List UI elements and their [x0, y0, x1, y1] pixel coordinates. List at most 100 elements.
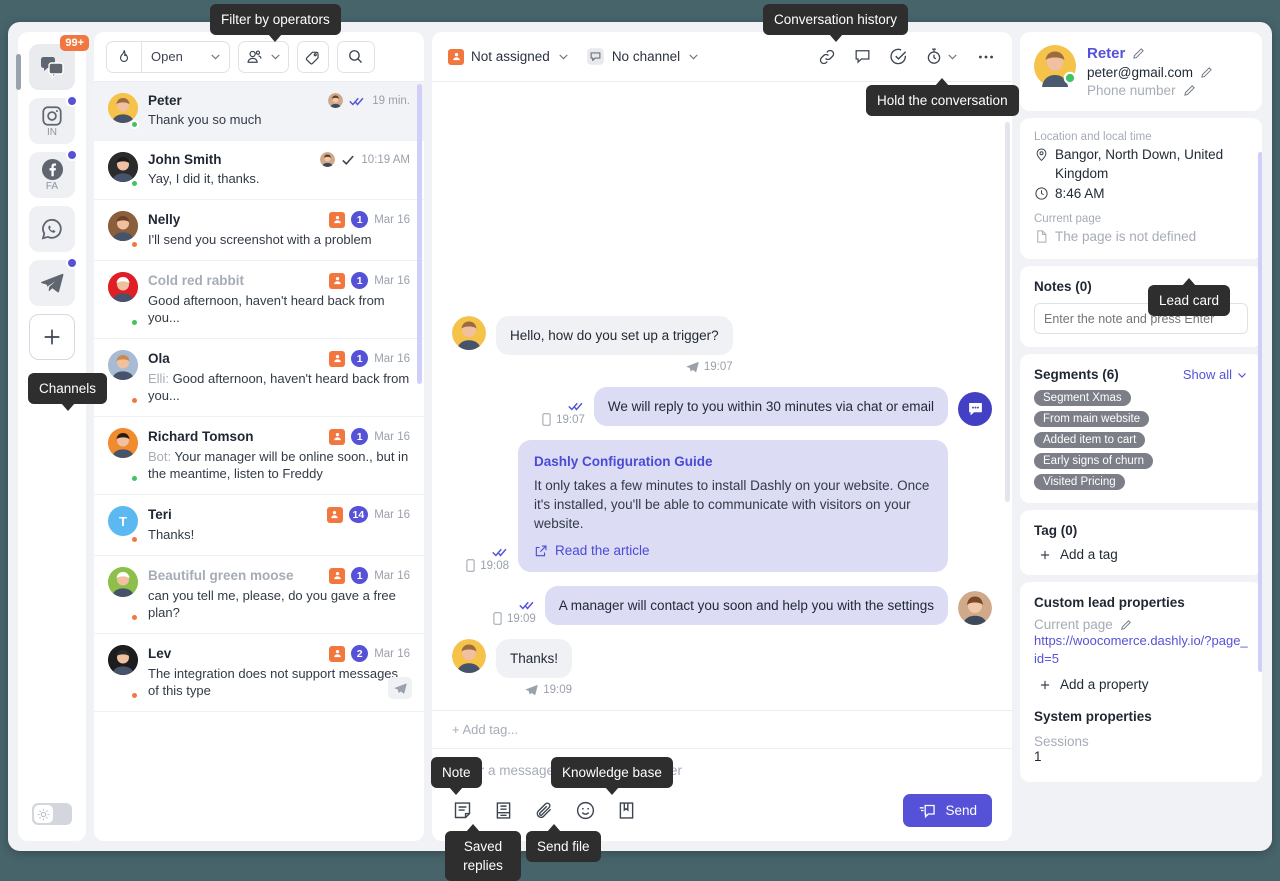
conversation-body: Richard Tomson 1 Mar 16 Bot: Your manage…: [148, 428, 410, 482]
saved-replies-icon[interactable]: [493, 800, 514, 821]
unread-dot: [66, 95, 78, 107]
segment-chip[interactable]: Added item to cart: [1034, 432, 1146, 448]
conversation-meta: 1 Mar 16: [329, 211, 410, 228]
unread-badge: 99+: [60, 35, 89, 51]
conversation-item[interactable]: Ola 1 Mar 16 Elli: Good afternoon, haven…: [94, 339, 424, 417]
channel-chats[interactable]: 99+: [29, 35, 89, 90]
conversation-name: Teri: [148, 507, 172, 522]
status-filter[interactable]: Open: [106, 40, 230, 73]
theme-toggle[interactable]: [32, 803, 72, 825]
article-card-link[interactable]: Read the article: [534, 543, 932, 558]
check-circle-icon[interactable]: [889, 47, 908, 66]
conversation-meta: 1 Mar 16: [329, 272, 410, 289]
note-icon[interactable]: [452, 800, 473, 821]
avatar: [108, 645, 138, 675]
assigned-icon: [329, 567, 346, 584]
channel-facebook[interactable]: FA: [29, 149, 78, 198]
more-icon[interactable]: [976, 47, 996, 67]
hold-conversation-button[interactable]: [925, 47, 959, 66]
avatar: [108, 211, 138, 241]
facebook-icon: [41, 158, 63, 181]
double-check-icon: [492, 548, 507, 557]
message-timestamp: 19:09: [525, 684, 572, 696]
unread-dot: [66, 149, 78, 161]
send-button[interactable]: Send: [903, 794, 992, 827]
add-property-button[interactable]: Add a property: [1034, 677, 1248, 692]
segment-chip[interactable]: From main website: [1034, 411, 1150, 427]
knowledge-base-icon[interactable]: [616, 800, 637, 821]
quick-reply-icon[interactable]: [388, 677, 412, 699]
article-card[interactable]: Dashly Configuration Guide It only takes…: [518, 440, 948, 572]
conversation-name: Lev: [148, 646, 172, 661]
edit-name-icon[interactable]: [1132, 47, 1145, 60]
conversation-list-scrollbar[interactable]: [417, 84, 422, 384]
chat-scrollbar[interactable]: [1005, 122, 1010, 502]
message-timestamp: 19:07: [686, 361, 733, 373]
conversation-item[interactable]: T Teri 14 Mar 16 Thanks!: [94, 495, 424, 556]
avatar: [108, 152, 138, 182]
add-channel-button[interactable]: [29, 314, 75, 360]
conversation-top: Lev 2 Mar 16: [148, 645, 410, 662]
add-tag-row[interactable]: + Add tag...: [432, 710, 1012, 748]
clock-icon: [1035, 187, 1048, 200]
tooltip-filter-by-operators: Filter by operators: [210, 4, 341, 42]
conversation-top: Peter 19 min.: [148, 93, 410, 108]
conversation-item[interactable]: John Smith 10:19 AM Yay, I did it, thank…: [94, 141, 424, 200]
tag-filter[interactable]: [296, 40, 329, 73]
conversation-name: Ola: [148, 351, 170, 366]
conversation-item[interactable]: Nelly 1 Mar 16 I'll send you screenshot …: [94, 200, 424, 261]
link-icon[interactable]: [818, 48, 836, 66]
conversation-items[interactable]: Peter 19 min. Thank you so much John Smi…: [94, 82, 424, 841]
conversation-item[interactable]: Lev 2 Mar 16 The integration does not su…: [94, 634, 424, 712]
message-list: Hello, how do you set up a trigger? 19:0…: [432, 82, 1012, 710]
location-value: Bangor, North Down, United Kingdom: [1055, 147, 1224, 181]
status-filter-value[interactable]: Open: [141, 41, 229, 72]
avatar: [108, 350, 138, 380]
search-button[interactable]: [336, 40, 375, 73]
message-input-placeholder[interactable]: Enter a message and press Ctrl+Enter: [452, 763, 992, 778]
segment-chip[interactable]: Visited Pricing: [1034, 474, 1125, 490]
message-row: 19:09 A manager will contact you soon an…: [452, 586, 992, 625]
plus-icon: [1040, 550, 1050, 559]
conversation-preview: I'll send you screenshot with a problem: [148, 232, 372, 247]
chat-panel: Not assigned No channel Hello, how do yo…: [432, 32, 1012, 841]
theme-toggle-row: [18, 803, 86, 825]
status-dot: [130, 535, 139, 544]
assignee-selector[interactable]: Not assigned: [448, 48, 570, 65]
segments-show-all[interactable]: Show all: [1183, 367, 1248, 382]
comment-icon[interactable]: [853, 47, 872, 66]
message-bubble: Hello, how do you set up a trigger?: [496, 316, 733, 355]
attach-icon[interactable]: [534, 800, 555, 821]
custom-property-value[interactable]: https://woocomerce.dashly.io/?page_id=5: [1034, 632, 1248, 668]
conversation-item[interactable]: Peter 19 min. Thank you so much: [94, 82, 424, 141]
conversation-list-panel: Open Peter 19 min. Thank you so much Joh…: [94, 32, 424, 841]
lead-name[interactable]: Reter: [1087, 45, 1125, 62]
edit-phone-icon[interactable]: [1183, 84, 1196, 97]
conversation-item[interactable]: Cold red rabbit 1 Mar 16 Good afternoon,…: [94, 261, 424, 339]
tooltip-channels: Channels: [28, 373, 108, 411]
status-filter-icon-segment[interactable]: [107, 42, 141, 72]
edit-custom-property-icon[interactable]: [1120, 619, 1132, 631]
emoji-icon[interactable]: [575, 800, 596, 821]
avatar: [108, 93, 138, 123]
unread-count: 2: [351, 645, 369, 662]
message-composer[interactable]: Enter a message and press Ctrl+Enter: [432, 748, 1012, 778]
channel-whatsapp[interactable]: [29, 206, 75, 252]
add-tag-button[interactable]: Add a tag: [1034, 547, 1248, 562]
channel-instagram[interactable]: IN: [29, 95, 78, 144]
rail-drag-handle[interactable]: [16, 54, 21, 90]
conversation-item[interactable]: Beautiful green moose 1 Mar 16 can you t…: [94, 556, 424, 634]
sent-plane-icon: [525, 685, 538, 696]
channel-selector[interactable]: No channel: [586, 47, 700, 66]
operators-filter[interactable]: [237, 40, 289, 73]
lead-panel-scrollbar[interactable]: [1258, 152, 1262, 672]
edit-email-icon[interactable]: [1200, 66, 1213, 79]
unread-count: 1: [351, 272, 369, 289]
segment-chip[interactable]: Early signs of churn: [1034, 453, 1153, 469]
conversation-top: Beautiful green moose 1 Mar 16: [148, 567, 410, 584]
channel-telegram[interactable]: [29, 257, 78, 306]
conversation-item[interactable]: Richard Tomson 1 Mar 16 Bot: Your manage…: [94, 417, 424, 495]
add-tag-label: Add a tag: [1060, 547, 1118, 562]
segment-chip[interactable]: Segment Xmas: [1034, 390, 1131, 406]
lead-identity-card: Reter peter@gmail.com Phone number: [1020, 32, 1262, 111]
